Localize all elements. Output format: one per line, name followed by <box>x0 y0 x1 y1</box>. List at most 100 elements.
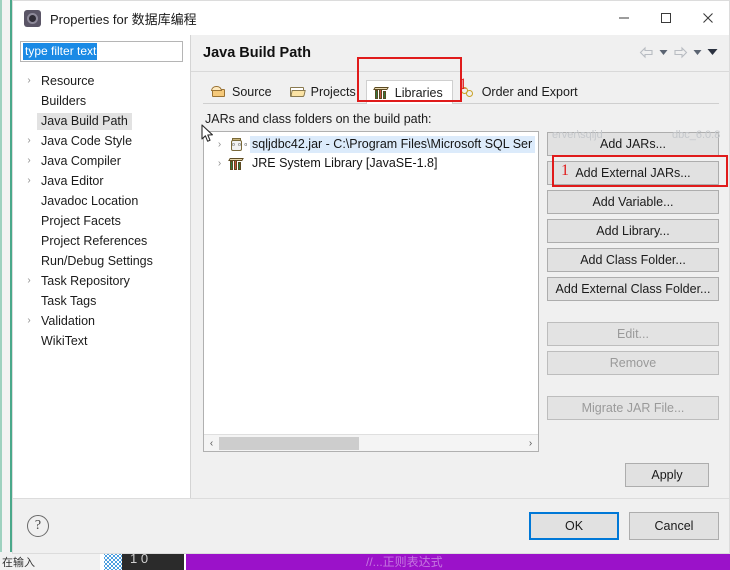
filter-input-value: type filter text <box>23 43 98 60</box>
expand-chevron-right-icon[interactable]: › <box>21 176 37 186</box>
libraries-panel: Source Projects Libraries Order and Export … <box>191 72 729 498</box>
background-accent-line-outer <box>0 0 2 556</box>
tab-order-and-export[interactable]: Order and Export <box>453 80 588 103</box>
migrate-jar-file-button: Migrate JAR File... <box>547 396 719 420</box>
sidebar-item-validation[interactable]: › Validation <box>13 311 190 331</box>
sidebar-item-label: Validation <box>41 313 95 328</box>
expand-chevron-right-icon[interactable]: › <box>21 156 37 166</box>
sidebar-item-project-references[interactable]: Project References <box>13 231 190 251</box>
screen: 在输入 1 0 //...正则表达式 Properties for 数据库编程 <box>0 0 730 570</box>
sidebar-item-builders[interactable]: Builders <box>13 91 190 111</box>
list-caption: JARs and class folders on the build path… <box>205 112 432 126</box>
maximize-button[interactable] <box>645 1 687 35</box>
properties-dialog: Properties for 数据库编程 type filter text › … <box>12 0 730 554</box>
apply-button[interactable]: Apply <box>625 463 709 487</box>
sidebar-item-project-facets[interactable]: Project Facets <box>13 211 190 231</box>
classpath-entry-label: sqljdbc42.jar - C:\Program Files\Microso… <box>250 136 536 153</box>
expand-chevron-right-icon[interactable]: › <box>212 139 227 150</box>
sidebar-item-label: Project Facets <box>41 213 121 228</box>
button-group-divider-2 <box>547 380 719 391</box>
books-icon <box>372 86 390 100</box>
expand-chevron-right-icon[interactable]: › <box>21 136 37 146</box>
minimize-button[interactable] <box>603 1 645 35</box>
taskbar: 在输入 1 0 //...正则表达式 <box>0 551 730 570</box>
forward-history-chevron-down-icon[interactable] <box>690 43 704 61</box>
sidebar-item-label: Resource <box>41 73 95 88</box>
package-icon <box>211 85 227 99</box>
edit-button: Edit... <box>547 322 719 346</box>
back-history-chevron-down-icon[interactable] <box>656 43 670 61</box>
tab-label: Order and Export <box>481 85 578 99</box>
sidebar-item-label: Java Code Style <box>41 133 133 148</box>
expand-chevron-right-icon[interactable]: › <box>212 158 227 169</box>
add-external-class-folder-button[interactable]: Add External Class Folder... <box>547 277 719 301</box>
dialog-titlebar[interactable]: Properties for 数据库编程 <box>13 1 729 35</box>
settings-tree: › Resource Builders Java Build Path › Java Co… <box>13 66 190 351</box>
taskbar-app-window[interactable]: //...正则表达式 <box>186 552 730 570</box>
page-header: Java Build Path <box>191 35 729 71</box>
sidebar-item-wikitext[interactable]: WikiText <box>13 331 190 351</box>
filter-input[interactable]: type filter text <box>20 41 183 62</box>
sidebar-item-label: Javadoc Location <box>41 193 139 208</box>
list-and-buttons-row: › o o o sqljdbc42.jar - C:\Program Files\M… <box>203 131 719 452</box>
classpath-entry[interactable]: › JRE System Library [JavaSE-1.8] <box>204 154 538 173</box>
classpath-list[interactable]: › o o o sqljdbc42.jar - C:\Program Files\M… <box>203 131 539 452</box>
scroll-right-icon[interactable]: › <box>523 436 538 451</box>
sidebar-item-label: Task Repository <box>41 273 130 288</box>
classpath-entry-label: JRE System Library [JavaSE-1.8] <box>252 156 438 170</box>
button-group-divider-1 <box>547 306 719 317</box>
scrollbar-track[interactable] <box>219 435 523 451</box>
sidebar-item-javadoc-location[interactable]: Javadoc Location <box>13 191 190 211</box>
sidebar-item-label: Java Editor <box>41 173 104 188</box>
expand-chevron-right-icon[interactable]: › <box>21 316 37 326</box>
back-arrow-icon[interactable] <box>637 43 655 61</box>
help-icon[interactable]: ? <box>27 515 49 537</box>
footer-buttons: OK Cancel <box>529 512 719 540</box>
expand-chevron-right-icon[interactable]: › <box>21 76 37 86</box>
sidebar-item-run-debug-settings[interactable]: Run/Debug Settings <box>13 251 190 271</box>
sidebar-item-label: Java Compiler <box>41 153 121 168</box>
sidebar-item-task-repository[interactable]: › Task Repository <box>13 271 190 291</box>
tab-libraries[interactable]: Libraries <box>365 80 453 104</box>
tab-label: Libraries <box>394 85 443 100</box>
sidebar-item-java-compiler[interactable]: › Java Compiler <box>13 151 190 171</box>
sidebar-item-label: WikiText <box>41 333 88 348</box>
classpath-entries: › o o o sqljdbc42.jar - C:\Program Files\M… <box>204 132 538 434</box>
taskbar-input-label: 在输入 <box>2 557 35 569</box>
view-menu-chevron-down-icon[interactable] <box>705 43 719 61</box>
sidebar-item-java-editor[interactable]: › Java Editor <box>13 171 190 191</box>
page-title: Java Build Path <box>203 45 311 61</box>
page-nav-controls <box>637 43 719 61</box>
sidebar-item-java-build-path[interactable]: Java Build Path <box>13 111 190 131</box>
add-jars-button[interactable]: Add JARs... <box>547 132 719 156</box>
dialog-footer: ? OK Cancel <box>13 498 729 553</box>
chain-icon <box>460 85 477 99</box>
sidebar-item-label: Task Tags <box>41 293 97 308</box>
taskbar-app-text: //...正则表达式 <box>366 555 443 569</box>
classpath-entry[interactable]: › o o o sqljdbc42.jar - C:\Program Files\M… <box>204 135 538 154</box>
add-external-jars-button[interactable]: Add External JARs... <box>547 161 719 185</box>
settings-content: Java Build Path Source Projects Librarie… <box>191 35 729 498</box>
add-variable-button[interactable]: Add Variable... <box>547 190 719 214</box>
library-icon <box>228 157 245 171</box>
tab-projects[interactable]: Projects <box>282 80 366 103</box>
cancel-button[interactable]: Cancel <box>629 512 719 540</box>
ok-button[interactable]: OK <box>529 512 619 540</box>
forward-arrow-icon[interactable] <box>671 43 689 61</box>
close-button[interactable] <box>687 1 729 35</box>
add-library-button[interactable]: Add Library... <box>547 219 719 243</box>
tab-source[interactable]: Source <box>203 80 282 103</box>
scroll-left-icon[interactable]: ‹ <box>204 436 219 451</box>
tab-label: Projects <box>310 85 356 99</box>
sidebar-item-task-tags[interactable]: Task Tags <box>13 291 190 311</box>
sidebar-item-resource[interactable]: › Resource <box>13 71 190 91</box>
dialog-body: type filter text › Resource Builders Java B… <box>13 35 729 498</box>
filter-wrapper: type filter text <box>13 35 190 66</box>
add-class-folder-button[interactable]: Add Class Folder... <box>547 248 719 272</box>
horizontal-scrollbar[interactable]: ‹ › <box>204 434 538 451</box>
scrollbar-thumb[interactable] <box>219 436 359 450</box>
folder-icon <box>289 85 306 99</box>
expand-chevron-right-icon[interactable]: › <box>21 276 37 286</box>
build-path-tabs: Source Projects Libraries Order and Export <box>203 80 719 104</box>
sidebar-item-java-code-style[interactable]: › Java Code Style <box>13 131 190 151</box>
